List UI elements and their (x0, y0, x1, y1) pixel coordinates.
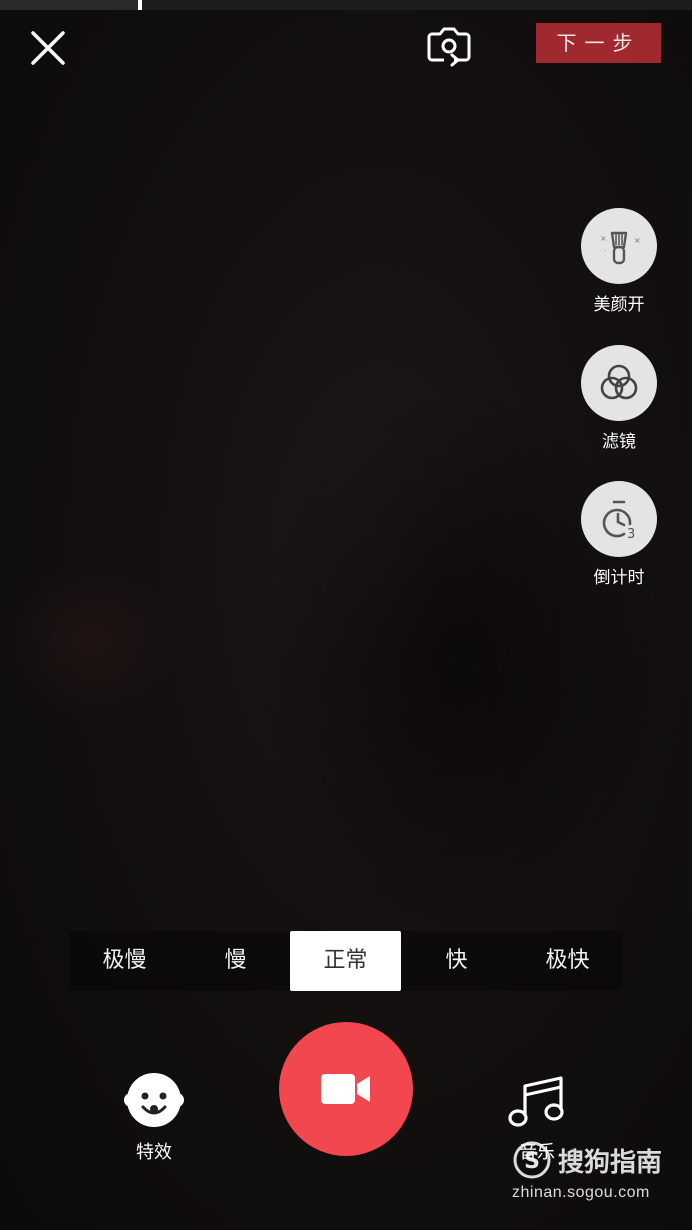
sogou-logo-icon: S (513, 1141, 551, 1179)
camera-preview-glow (0, 560, 180, 720)
close-button[interactable] (28, 28, 68, 68)
filter-circles-icon (600, 364, 638, 400)
svg-text:×: × (634, 236, 641, 245)
record-button[interactable] (279, 1022, 413, 1156)
svg-text:×: × (600, 234, 607, 243)
countdown-timer-icon: 3 (602, 500, 635, 542)
beauty-brush-icon: × × · (600, 231, 641, 265)
recording-progress-fill (0, 0, 139, 10)
flip-camera-button[interactable] (424, 20, 474, 70)
watermark: S 搜狗指南 zhinan.sogou.com (512, 1140, 682, 1202)
speed-option-slow[interactable]: 慢 (180, 931, 291, 991)
next-step-button[interactable]: 下一步 (536, 23, 661, 63)
speed-option-very-slow[interactable]: 极慢 (69, 931, 180, 991)
speed-selector: 极慢 慢 正常 快 极快 (69, 931, 623, 991)
countdown-label: 倒计时 (593, 568, 645, 588)
beauty-label: 美颜开 (593, 295, 645, 315)
svg-text:·: · (604, 247, 606, 255)
camera-flip-icon (427, 27, 471, 67)
speed-option-very-fast[interactable]: 极快 (512, 931, 623, 991)
video-camera-icon (321, 1074, 370, 1104)
countdown-button-circle: 3 (581, 481, 657, 557)
recording-progress-marker (138, 0, 143, 10)
svg-text:3: 3 (627, 527, 635, 542)
filter-button[interactable]: 滤镜 (581, 345, 657, 452)
recording-progress-bar (0, 0, 692, 10)
close-icon (31, 31, 65, 65)
effects-label: 特效 (136, 1142, 172, 1163)
beauty-toggle-button[interactable]: × × · 美颜开 (581, 208, 657, 315)
filter-button-circle (581, 345, 657, 421)
filter-label: 滤镜 (602, 432, 636, 452)
camera-preview-shadow (250, 380, 670, 940)
music-note-icon (508, 1076, 564, 1127)
beauty-button-circle: × × · (581, 208, 657, 284)
speed-option-normal[interactable]: 正常 (290, 931, 401, 991)
watermark-logo: S 搜狗指南 (512, 1140, 682, 1180)
countdown-button[interactable]: 3 倒计时 (581, 481, 657, 588)
speed-option-fast[interactable]: 快 (401, 931, 512, 991)
watermark-url: zhinan.sogou.com (512, 1184, 650, 1201)
face-effects-icon (124, 1073, 184, 1127)
watermark-brand: 搜狗指南 (558, 1147, 663, 1178)
svg-text:S: S (524, 1149, 540, 1174)
effects-button[interactable]: 特效 (118, 1070, 190, 1164)
